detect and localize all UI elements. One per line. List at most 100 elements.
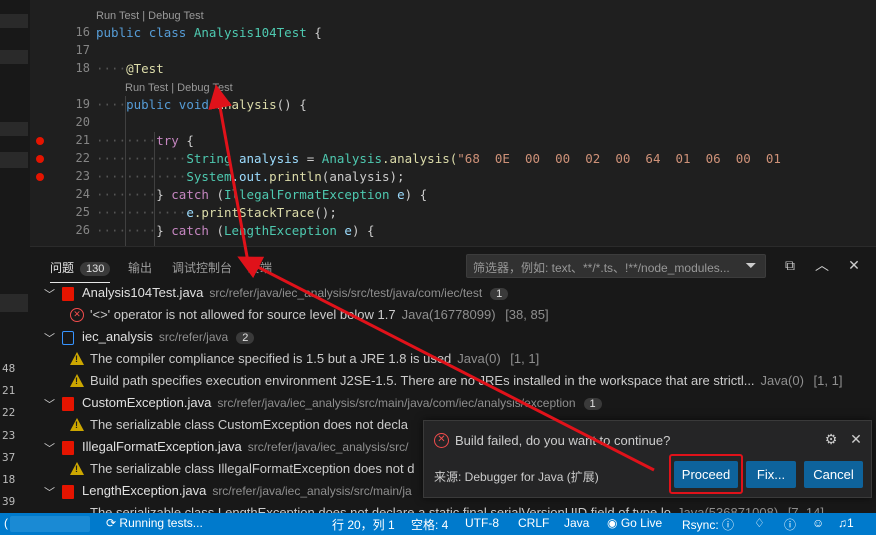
warning-icon [70, 418, 84, 431]
strip-line-number: 48 [2, 362, 16, 375]
problems-filter-input[interactable]: 筛选器，例如: text、**/*.ts、!**/node_modules... [466, 254, 766, 278]
strip-line-number: 39 [2, 495, 16, 508]
file-name: CustomException.java [82, 395, 212, 410]
count-badge: 2 [236, 332, 255, 344]
line-number: 17 [75, 43, 90, 57]
file-name: IllegalFormatException.java [82, 439, 242, 454]
strip-line-number: 18 [2, 473, 16, 486]
problem-row[interactable]: ✕ '<>' operator is not allowed for sourc… [30, 305, 876, 327]
chevron-down-icon[interactable]: ﹀ [44, 286, 55, 302]
left-side-strip: 48 21 22 23 37 18 39 [0, 0, 30, 513]
go-live-button[interactable]: ◉ Go Live [607, 516, 662, 530]
java-file-icon [62, 441, 74, 455]
code-line-16: public class Analysis104Test { [96, 25, 322, 40]
line-number: 16 [75, 25, 90, 39]
tab-terminal[interactable]: 终端 [248, 259, 272, 276]
notification-message: Build failed, do you want to continue? [455, 433, 671, 448]
line-number: 19 [75, 97, 90, 111]
line-number: 18 [75, 61, 90, 75]
chevron-down-icon[interactable]: ﹀ [44, 396, 55, 412]
code-line-18: ····@Test [96, 61, 164, 76]
code-line-25: ············e.printStackTrace(); [96, 205, 337, 220]
strip-marker [0, 50, 28, 64]
running-tests-status[interactable]: ⟳ Running tests... [106, 516, 203, 530]
java-file-icon [62, 397, 74, 411]
gear-icon[interactable]: ⚙ [823, 432, 839, 448]
breakpoint-icon[interactable] [36, 155, 44, 163]
filter-icon[interactable]: ⏷ [742, 257, 760, 275]
breakpoint-icon[interactable] [36, 137, 44, 145]
line-number: 20 [75, 115, 90, 129]
notification-source: 来源: Debugger for Java (扩展) [434, 470, 599, 484]
chevron-down-icon[interactable]: ﹀ [44, 484, 55, 500]
tab-output[interactable]: 输出 [128, 259, 152, 276]
bell-icon: ♫ [838, 516, 847, 530]
code-editor[interactable]: Run Test | Debug Test Run Test | Debug T… [30, 0, 876, 246]
warning-icon [70, 374, 84, 387]
strip-line-number: 23 [2, 429, 16, 442]
code-line-26: ········} catch (LengthException e) { [96, 223, 375, 238]
language-mode[interactable]: Java [564, 516, 589, 530]
line-number: 26 [75, 223, 90, 237]
problem-group-row[interactable]: ﹀ iec_analysis src/refer/java 2 [30, 327, 876, 349]
chevron-down-icon[interactable]: ﹀ [44, 330, 55, 346]
warning-icon [70, 462, 84, 475]
broadcast-icon: ◉ [607, 516, 618, 530]
warning-icon [70, 352, 84, 365]
chevron-down-icon[interactable]: ﹀ [44, 440, 55, 456]
strip-marker [0, 294, 28, 312]
indentation[interactable]: 空格: 4 [411, 516, 448, 533]
rsync-status[interactable]: Rsync: ⓘ [682, 516, 734, 533]
strip-marker [0, 122, 28, 136]
info-icon: ⓘ [722, 518, 735, 532]
file-name: Analysis104Test.java [82, 285, 204, 300]
breakpoint-icon[interactable] [36, 173, 44, 181]
cursor-position[interactable]: 行 20，列 1 [332, 516, 395, 533]
problems-count-badge: 130 [80, 262, 111, 276]
end-of-line[interactable]: CRLF [518, 516, 549, 530]
java-file-icon [62, 287, 74, 301]
fix-button[interactable]: Fix... [746, 461, 796, 488]
chevron-up-icon[interactable]: ︿ [813, 257, 831, 275]
file-name: iec_analysis [82, 329, 153, 344]
build-failed-notification: ✕ Build failed, do you want to continue?… [423, 420, 872, 498]
tab-problems[interactable]: 问题 130 [50, 259, 111, 283]
code-line-24: ········} catch (IllegalFormatException … [96, 187, 428, 202]
problem-group-row[interactable]: ﹀ Analysis104Test.java src/refer/java/iec… [30, 283, 876, 305]
code-line-21: ········try { [96, 133, 194, 148]
line-number: 25 [75, 205, 90, 219]
java-file-icon [62, 485, 74, 499]
strip-line-number: 22 [2, 406, 16, 419]
strip-line-number: 37 [2, 451, 16, 464]
status-bar: ( ⟳ Running tests... 行 20，列 1 空格: 4 UTF-… [0, 513, 876, 535]
code-line-22: ············String analysis = Analysis.a… [96, 151, 781, 166]
feedback-icon[interactable]: ♢ [754, 516, 765, 530]
error-icon: ✕ [70, 308, 84, 322]
codelens-class[interactable]: Run Test | Debug Test [96, 10, 204, 22]
codelens-method[interactable]: Run Test | Debug Test [125, 82, 233, 94]
count-badge: 1 [490, 288, 509, 300]
tab-debug-console[interactable]: 调试控制台 [172, 259, 232, 276]
smiley-icon[interactable]: ☺ [812, 516, 824, 530]
cancel-button[interactable]: Cancel [804, 461, 863, 488]
code-line-23: ············System.out.println(analysis)… [96, 169, 405, 184]
problem-row[interactable]: Build path specifies execution environme… [30, 371, 876, 393]
info-icon[interactable]: ⓘ [784, 516, 796, 533]
problem-row[interactable]: The compiler compliance specified is 1.5… [30, 349, 876, 371]
close-icon[interactable]: ✕ [845, 257, 863, 275]
remote-indicator[interactable] [10, 516, 90, 532]
panel-tab-bar: 问题 130 输出 调试控制台 终端 筛选器，例如: text、**/*.ts、!… [30, 247, 876, 285]
file-path: src/refer/java/iec_analysis/src/test/jav… [209, 286, 483, 300]
file-path: src/refer/java [158, 330, 229, 344]
notifications-bell[interactable]: ♫1 [838, 516, 854, 530]
count-badge: 1 [583, 398, 602, 410]
code-line-19: ····public void analysis() { [96, 97, 307, 112]
close-icon[interactable]: ✕ [848, 432, 864, 448]
strip-marker [0, 14, 28, 28]
project-file-icon [62, 331, 74, 345]
copy-icon[interactable]: ⧉ [781, 257, 799, 275]
encoding[interactable]: UTF-8 [465, 516, 499, 530]
problem-group-row[interactable]: ﹀ CustomException.java src/refer/java/iec… [30, 393, 876, 415]
proceed-button[interactable]: Proceed [674, 461, 738, 488]
file-path: src/refer/java/iec_analysis/src/main/jav… [217, 396, 576, 410]
